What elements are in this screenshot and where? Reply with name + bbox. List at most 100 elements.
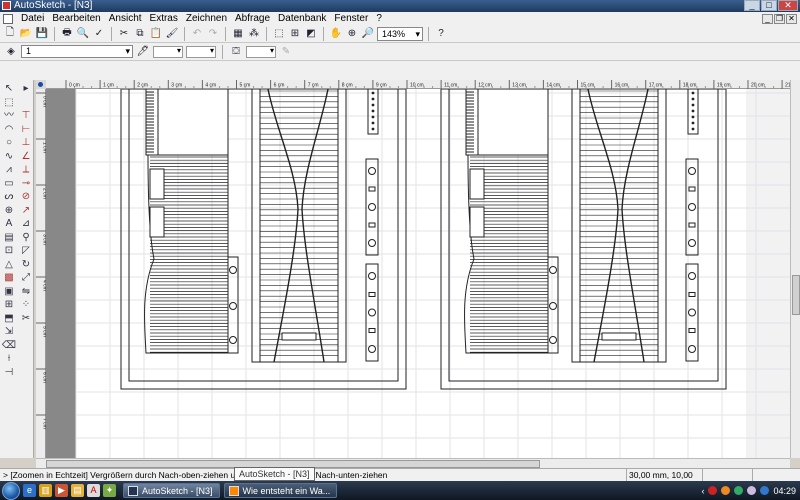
horizontal-scrollbar[interactable]: [36, 458, 790, 468]
drawing-canvas[interactable]: [46, 89, 790, 458]
volume-icon[interactable]: [747, 486, 757, 495]
task-autosketch[interactable]: AutoSketch - [N3]: [123, 483, 220, 498]
triangle-icon[interactable]: △: [1, 258, 17, 272]
pen-color-icon[interactable]: 🖊: [136, 45, 150, 59]
cut-icon[interactable]: ✂: [117, 27, 131, 41]
dimension-angle-icon[interactable]: ∠: [18, 150, 34, 164]
app-launcher-icon[interactable]: ✦: [103, 484, 116, 497]
zoom-level-select[interactable]: 143%: [377, 26, 423, 41]
menu-fenster[interactable]: Fenster: [330, 13, 372, 24]
spline-icon[interactable]: ᔕ: [1, 190, 17, 204]
dimension-radius-icon[interactable]: ⊸: [18, 177, 34, 191]
curve-icon[interactable]: ∿: [1, 150, 17, 164]
zigzag-icon[interactable]: ⩘: [1, 163, 17, 177]
menu-zeichnen[interactable]: Zeichnen: [182, 13, 231, 24]
doc-close-button[interactable]: ✕: [786, 13, 797, 24]
table-icon[interactable]: ⊞: [1, 298, 17, 312]
insert-icon[interactable]: ⇲: [1, 325, 17, 339]
point-icon[interactable]: ⊕: [1, 204, 17, 218]
format-painter-icon[interactable]: 🖌: [165, 27, 179, 41]
bluetooth-icon[interactable]: [760, 486, 770, 495]
security-icon[interactable]: [708, 486, 718, 495]
ie-icon[interactable]: e: [23, 484, 36, 497]
layer-select[interactable]: 1: [21, 45, 133, 58]
menu-bearbeiten[interactable]: Bearbeiten: [48, 13, 104, 24]
hatch-icon[interactable]: ▤: [1, 231, 17, 245]
save-icon[interactable]: 💾: [35, 27, 49, 41]
select-region-icon[interactable]: ⬚: [1, 96, 17, 110]
symbol-icon[interactable]: ⚲: [18, 231, 34, 245]
polyline-icon[interactable]: 〰: [1, 109, 17, 123]
new-file-icon[interactable]: 🗋: [3, 27, 17, 41]
doc-restore-button[interactable]: ❐: [774, 13, 785, 24]
network-icon[interactable]: [734, 486, 744, 495]
arc-icon[interactable]: ◠: [1, 123, 17, 137]
image-icon[interactable]: ▣: [1, 285, 17, 299]
folder-icon[interactable]: ▤: [71, 484, 84, 497]
break-icon[interactable]: ⟊: [1, 352, 17, 366]
fill-pattern-select[interactable]: [246, 45, 276, 58]
view-3d-icon[interactable]: ◩: [304, 27, 318, 41]
menu-ansicht[interactable]: Ansicht: [105, 13, 146, 24]
tray-expand-icon[interactable]: ‹: [701, 486, 704, 496]
doc-minimize-button[interactable]: _: [762, 13, 773, 24]
dimension-icon[interactable]: ⊤: [18, 109, 34, 123]
leader-icon[interactable]: ↗: [18, 204, 34, 218]
array-icon[interactable]: ⁘: [18, 298, 34, 312]
block-icon[interactable]: ⬒: [1, 312, 17, 326]
trim-icon[interactable]: ✂: [18, 312, 34, 326]
menu-datenbank[interactable]: Datenbank: [274, 13, 330, 24]
select-arrow-icon[interactable]: ↖: [1, 82, 17, 96]
undo-icon[interactable]: ↶: [190, 27, 204, 41]
menu-datei[interactable]: Datei: [17, 13, 48, 24]
layers-icon[interactable]: ◈: [4, 45, 18, 59]
open-folder-icon[interactable]: 📂: [19, 27, 33, 41]
mirror-icon[interactable]: ⇋: [18, 285, 34, 299]
menu-extras[interactable]: Extras: [146, 13, 182, 24]
pdf-icon[interactable]: A: [87, 484, 100, 497]
zoom-realtime-icon[interactable]: ⊕: [345, 27, 359, 41]
dimension-h-icon[interactable]: ⊢: [18, 123, 34, 137]
align-icon[interactable]: ⊿: [18, 217, 34, 231]
close-button[interactable]: ✕: [778, 0, 798, 11]
menu-abfrage[interactable]: Abfrage: [231, 13, 274, 24]
select-window-icon[interactable]: ⬚: [272, 27, 286, 41]
dimension-diameter-icon[interactable]: ⊘: [18, 190, 34, 204]
explorer-icon[interactable]: ▥: [39, 484, 52, 497]
snap-points-icon[interactable]: ⁂: [247, 27, 261, 41]
vertical-scroll-thumb[interactable]: [792, 275, 800, 315]
erase-icon[interactable]: ⌫: [1, 339, 17, 353]
menu-help[interactable]: ?: [372, 13, 386, 24]
circle-icon[interactable]: ○: [1, 136, 17, 150]
maximize-button[interactable]: □: [761, 0, 777, 11]
pattern-icon[interactable]: ▩: [1, 271, 17, 285]
print-icon[interactable]: 🖶: [60, 27, 74, 41]
fill-bucket-icon[interactable]: ⛋: [229, 45, 243, 59]
copy-icon[interactable]: ⧉: [133, 27, 147, 41]
print-preview-icon[interactable]: 🔍: [76, 27, 90, 41]
select-dropdown-icon[interactable]: ▸: [18, 82, 34, 96]
pencil-icon[interactable]: ✎: [279, 45, 293, 59]
rotate-icon[interactable]: ↻: [18, 258, 34, 272]
rect-dim-icon[interactable]: ⊡: [1, 244, 17, 258]
drawing-svg[interactable]: [46, 89, 790, 458]
zoom-window-icon[interactable]: 🔎: [361, 27, 375, 41]
spellcheck-icon[interactable]: ✓: [92, 27, 106, 41]
pan-icon[interactable]: ✋: [329, 27, 343, 41]
paste-icon[interactable]: 📋: [149, 27, 163, 41]
media-icon[interactable]: ▶: [55, 484, 68, 497]
dimension-v-icon[interactable]: ⊥: [18, 136, 34, 150]
line-style-select[interactable]: [153, 45, 183, 58]
task-browser[interactable]: Wie entsteht ein Wa...: [223, 483, 338, 498]
ruler-origin-button[interactable]: [36, 80, 46, 89]
snap-grid-icon[interactable]: ▦: [231, 27, 245, 41]
zoom-extents-icon[interactable]: ⊞: [288, 27, 302, 41]
redo-icon[interactable]: ↷: [206, 27, 220, 41]
scale-icon[interactable]: ⤢: [18, 271, 34, 285]
minimize-button[interactable]: _: [744, 0, 760, 11]
vertical-scrollbar[interactable]: [790, 80, 800, 458]
dimension-aligned-icon[interactable]: ⟂: [18, 163, 34, 177]
line-width-select[interactable]: [186, 45, 216, 58]
chamfer-icon[interactable]: ◸: [18, 244, 34, 258]
rectangle-icon[interactable]: ▭: [1, 177, 17, 191]
